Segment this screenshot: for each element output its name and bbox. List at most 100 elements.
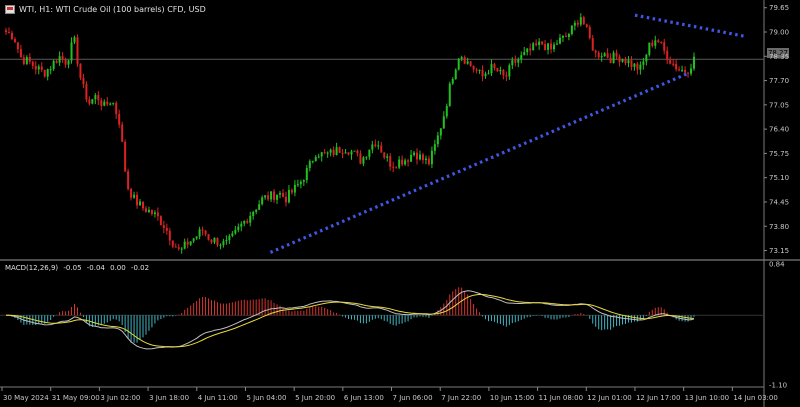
candle-body bbox=[427, 158, 430, 165]
price-tick-label: 74.45 bbox=[769, 198, 789, 206]
candle-body bbox=[43, 69, 46, 77]
candle-body bbox=[34, 65, 37, 70]
candle-body bbox=[424, 158, 427, 161]
candle-body bbox=[612, 52, 615, 63]
candle-body bbox=[356, 150, 359, 154]
candle-body bbox=[526, 48, 529, 53]
candle-body bbox=[523, 52, 526, 56]
candle-body bbox=[64, 59, 67, 65]
candle-body bbox=[433, 144, 436, 151]
candle-body bbox=[535, 43, 538, 46]
candle-body bbox=[16, 42, 19, 50]
candle-body bbox=[228, 235, 231, 241]
candle-body bbox=[639, 64, 642, 70]
candle-body bbox=[389, 156, 392, 167]
candle-body bbox=[496, 68, 499, 72]
candle-body bbox=[198, 229, 201, 237]
candle-body bbox=[410, 154, 413, 162]
candle-body bbox=[642, 61, 645, 65]
candle-body bbox=[538, 41, 541, 46]
candle-body bbox=[392, 166, 395, 168]
candle-body bbox=[189, 241, 192, 245]
candle-body bbox=[305, 168, 308, 181]
candle-body bbox=[579, 17, 582, 25]
candle-body bbox=[192, 238, 195, 242]
candle-body bbox=[249, 215, 252, 223]
candle-body bbox=[115, 102, 118, 114]
candle-body bbox=[487, 73, 490, 75]
candle-body bbox=[91, 99, 94, 104]
candle-body bbox=[237, 226, 240, 230]
candle-body bbox=[85, 84, 88, 100]
time-tick-label: 12 Jun 01:00 bbox=[587, 394, 631, 402]
candle-body bbox=[675, 63, 678, 70]
time-tick-label: 4 Jun 11:00 bbox=[198, 394, 238, 402]
candle-body bbox=[19, 49, 22, 58]
candle-body bbox=[195, 236, 198, 239]
candle-body bbox=[681, 70, 684, 72]
candle-body bbox=[460, 57, 463, 59]
candle-body bbox=[67, 60, 70, 65]
candle-body bbox=[502, 69, 505, 76]
candle-body bbox=[210, 239, 213, 243]
candle-body bbox=[657, 40, 660, 43]
candle-body bbox=[544, 44, 547, 50]
candle-body bbox=[234, 229, 237, 234]
candle-body bbox=[436, 135, 439, 145]
candle-body bbox=[82, 78, 85, 85]
candle-body bbox=[451, 78, 454, 84]
candle-body bbox=[636, 63, 639, 70]
candle-body bbox=[216, 237, 219, 245]
candle-body bbox=[350, 151, 353, 155]
candle-body bbox=[219, 244, 222, 246]
candle-body bbox=[669, 60, 672, 64]
price-tick-label: 77.05 bbox=[769, 101, 789, 109]
candle-body bbox=[243, 220, 246, 224]
candle-body bbox=[225, 240, 228, 242]
candle-body bbox=[308, 161, 311, 169]
candle-body bbox=[326, 152, 329, 154]
candle-body bbox=[201, 229, 204, 231]
candle-body bbox=[594, 50, 597, 53]
candle-body bbox=[40, 66, 43, 70]
candle-body bbox=[118, 113, 121, 125]
trendline[interactable] bbox=[634, 13, 747, 39]
candle-body bbox=[693, 56, 695, 69]
candle-body bbox=[529, 48, 532, 51]
candle-body bbox=[362, 157, 365, 164]
candle-body bbox=[299, 181, 302, 185]
time-tick-label: 3 Jun 02:00 bbox=[100, 394, 140, 402]
candle-body bbox=[660, 42, 663, 44]
candle-body bbox=[133, 194, 136, 198]
candle-body bbox=[121, 124, 124, 142]
chart-canvas[interactable]: 79.65 79.00 78.35 77.70 77.05 76.40 75.75 75.10… bbox=[0, 0, 800, 407]
time-tick-label: 12 Jun 17:00 bbox=[636, 394, 680, 402]
candle-body bbox=[582, 17, 585, 25]
candle-body bbox=[416, 152, 419, 160]
chart-window[interactable]: WTI, H1: WTI Crude Oil (100 barrels) CFD… bbox=[0, 0, 800, 407]
candle-body bbox=[317, 156, 320, 158]
candle-body bbox=[442, 116, 445, 129]
candle-body bbox=[139, 201, 142, 206]
trendline[interactable] bbox=[269, 71, 690, 254]
candle-body bbox=[371, 144, 374, 150]
candle-body bbox=[147, 209, 150, 213]
candle-body bbox=[240, 223, 243, 227]
candle-body bbox=[153, 212, 156, 215]
candle-body bbox=[55, 61, 58, 63]
candle-body bbox=[600, 56, 603, 58]
candle-body bbox=[100, 100, 103, 106]
candle-body bbox=[374, 144, 377, 147]
candle-body bbox=[517, 59, 520, 63]
candle-body bbox=[270, 191, 273, 200]
candle-body bbox=[61, 56, 64, 60]
time-tick-label: 11 Jun 08:00 bbox=[539, 394, 583, 402]
candle-body bbox=[541, 41, 544, 45]
candle-body bbox=[276, 194, 279, 200]
candle-body bbox=[654, 40, 657, 46]
candle-body bbox=[603, 53, 606, 57]
candle-body bbox=[690, 68, 693, 74]
candle-body bbox=[386, 156, 389, 158]
candle-body bbox=[142, 201, 145, 209]
candle-body bbox=[445, 105, 448, 117]
